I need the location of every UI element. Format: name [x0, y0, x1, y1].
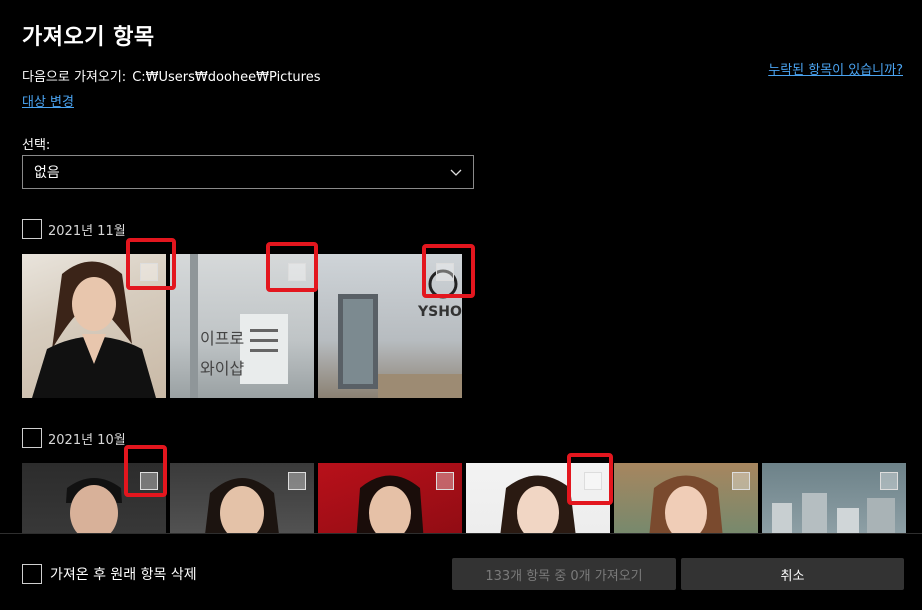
svg-text:이프로: 이프로 — [200, 329, 244, 348]
photo-checkbox[interactable] — [584, 472, 602, 490]
photo-checkbox[interactable] — [436, 263, 454, 281]
photo-checkbox[interactable] — [140, 263, 158, 281]
group-header-nov[interactable]: 2021년 11월 — [22, 219, 126, 239]
group-header-oct[interactable]: 2021년 10월 — [22, 428, 126, 448]
destination-label: 다음으로 가져오기: — [22, 70, 127, 85]
photo-thumbnail[interactable] — [762, 463, 906, 533]
photo-checkbox[interactable] — [436, 472, 454, 490]
chevron-down-icon — [450, 169, 462, 176]
photo-thumbnail[interactable] — [170, 463, 314, 533]
import-destination: 다음으로 가져오기: C:₩Users₩doohee₩Pictures — [22, 66, 321, 85]
photo-thumbnail[interactable]: YSHOP — [318, 254, 462, 398]
photo-checkbox[interactable] — [288, 263, 306, 281]
photo-thumbnail[interactable] — [466, 463, 610, 533]
change-destination-link[interactable]: 대상 변경 — [22, 91, 74, 110]
photo-thumbnail[interactable] — [614, 463, 758, 533]
page-title: 가져오기 항목 — [22, 25, 155, 50]
svg-text:와이샵: 와이샵 — [200, 359, 244, 378]
photo-thumbnail[interactable]: 이프로 와이샵 — [170, 254, 314, 398]
photo-thumbnail[interactable] — [22, 463, 166, 533]
group-label: 2021년 10월 — [48, 432, 126, 448]
group-checkbox[interactable] — [22, 428, 42, 448]
photo-thumbnail[interactable] — [318, 463, 462, 533]
svg-text:YSHOP: YSHOP — [417, 304, 462, 320]
photo-checkbox[interactable] — [288, 472, 306, 490]
cancel-button[interactable]: 취소 — [681, 558, 904, 590]
group-checkbox[interactable] — [22, 219, 42, 239]
photo-checkbox[interactable] — [880, 472, 898, 490]
group-thumbnails-oct — [22, 463, 906, 533]
group-thumbnails-nov: 이프로 와이샵 YSHOP — [22, 254, 462, 398]
photo-list[interactable]: 2021년 11월 이프로 와이샵 YSHO 2021년 10월 — [0, 208, 922, 533]
photo-checkbox[interactable] — [732, 472, 750, 490]
photo-checkbox[interactable] — [140, 472, 158, 490]
delete-after-import-option[interactable]: 가져온 후 원래 항목 삭제 — [22, 564, 197, 584]
delete-after-import-label: 가져온 후 원래 항목 삭제 — [50, 567, 197, 583]
import-button[interactable]: 133개 항목 중 0개 가져오기 — [452, 558, 676, 590]
select-value: 없음 — [34, 165, 60, 181]
select-dropdown[interactable]: 없음 — [22, 155, 474, 189]
select-label: 선택: — [22, 138, 51, 153]
group-label: 2021년 11월 — [48, 223, 126, 239]
photo-thumbnail[interactable] — [22, 254, 166, 398]
footer-divider — [0, 533, 922, 534]
delete-after-import-checkbox[interactable] — [22, 564, 42, 584]
missing-items-link[interactable]: 누락된 항목이 있습니까? — [768, 59, 903, 78]
destination-path: C:₩Users₩doohee₩Pictures — [132, 70, 321, 85]
